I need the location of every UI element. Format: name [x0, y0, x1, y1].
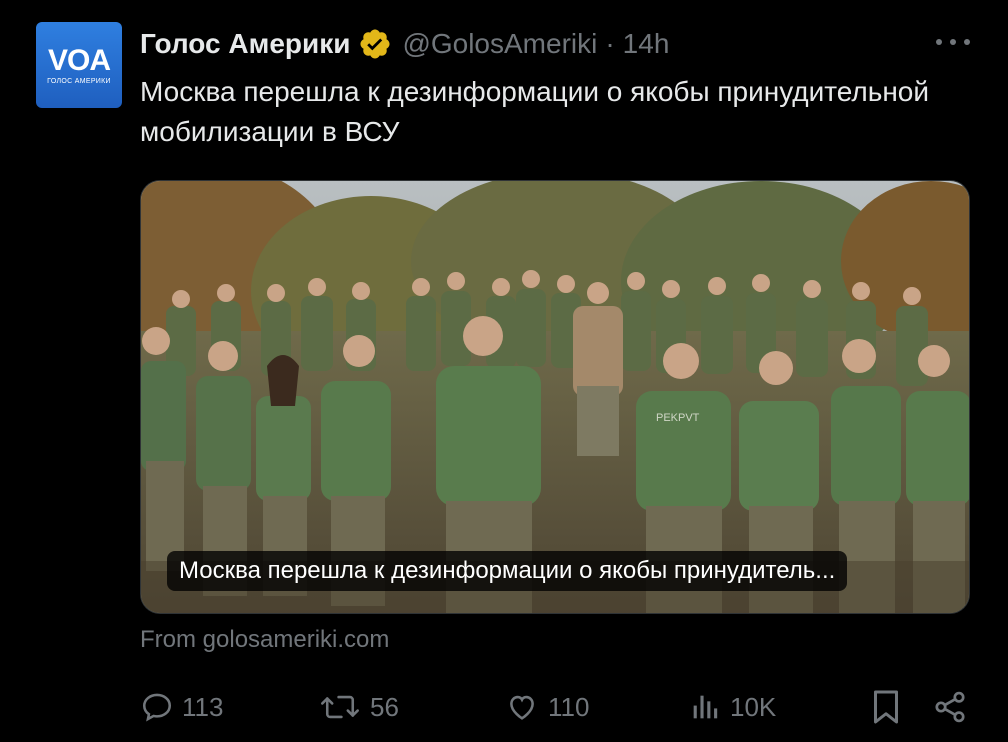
card-caption: Москва перешла к дезинформации о якобы п…: [167, 551, 848, 591]
reply-button[interactable]: 113: [140, 684, 223, 730]
bookmark-icon: [874, 690, 898, 724]
share-icon: [935, 691, 965, 723]
action-bar: 113 56 110 10K: [140, 684, 970, 730]
verified-badge-icon[interactable]: [358, 27, 392, 61]
card-source[interactable]: From golosameriki.com: [140, 626, 389, 654]
voa-logo-subtext: ГОЛОС АМЕРИКИ: [47, 77, 111, 85]
views-count: 10K: [730, 691, 777, 722]
retweet-icon: [321, 695, 359, 719]
shirt-print: PEKPVT: [656, 412, 700, 424]
author-display-name[interactable]: Голос Америки: [140, 28, 350, 60]
views-button[interactable]: 10K: [688, 684, 776, 730]
more-options-icon[interactable]: [936, 30, 970, 54]
voa-logo: VOA: [47, 43, 111, 77]
tweet-header: Голос Америки @GolosAmeriki · 14h: [140, 24, 669, 64]
separator-dot: ·: [605, 28, 615, 59]
retweet-count: 56: [370, 691, 399, 722]
share-button[interactable]: [932, 684, 976, 730]
author-handle[interactable]: @GolosAmeriki: [402, 28, 597, 60]
tweet-text: Москва перешла к дезинформации о якобы п…: [140, 76, 930, 147]
like-button[interactable]: 110: [504, 684, 589, 730]
avatar[interactable]: VOA ГОЛОС АМЕРИКИ: [36, 22, 122, 108]
link-card[interactable]: PEKPVT Москва перешла к дезинформации о …: [140, 180, 970, 614]
card-image: PEKPVT: [141, 181, 969, 613]
views-icon: [693, 695, 718, 719]
heart-icon: [510, 695, 534, 720]
timestamp[interactable]: 14h: [623, 28, 670, 60]
like-count: 110: [548, 691, 590, 722]
retweet-button[interactable]: 56: [318, 684, 399, 730]
bookmark-button[interactable]: [868, 684, 912, 730]
reply-count: 113: [182, 691, 224, 722]
reply-icon: [142, 693, 172, 722]
